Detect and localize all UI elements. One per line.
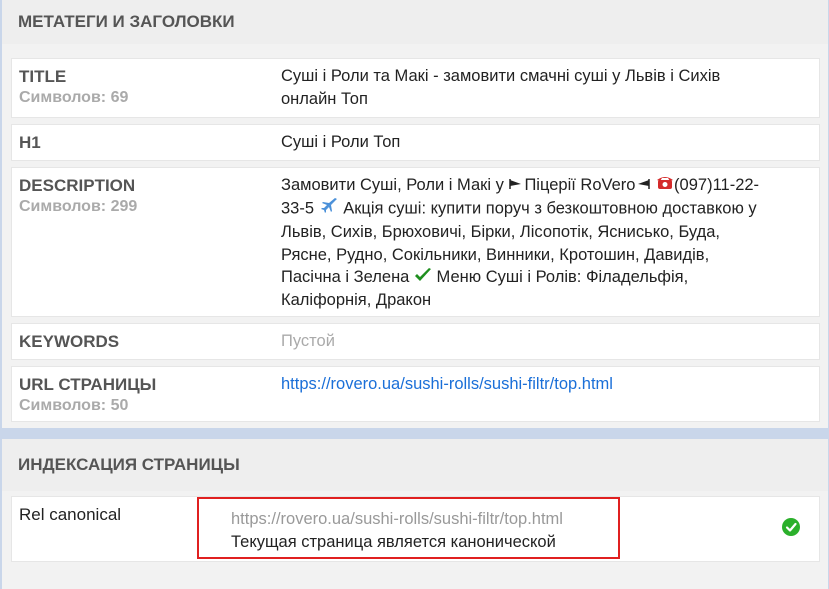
h1-row: H1 Суші і Роли Топ [11,124,820,161]
description-char-count: Символов: 299 [19,198,138,215]
keywords-value: Пустой [281,332,335,350]
meta-tags-panel: МЕТАТЕГИ И ЗАГОЛОВКИ TITLE Символов: 69 … [2,0,828,428]
airplane-icon [319,197,339,222]
description-row: DESCRIPTION Символов: 299 Замовити Суші,… [11,167,820,317]
description-value: Замовити Суші, Роли і Макі у Піцерії RoV… [281,174,761,312]
flag-right-icon [635,174,651,197]
indexing-panel: ИНДЕКСАЦИЯ СТРАНИЦЫ Rel canonical https:… [2,439,828,589]
check-circle-icon [782,518,800,536]
description-text-2: Піцерії RoVero [524,176,636,194]
title-value: Суші і Роли та Макі - замовити смачні су… [281,67,721,108]
title-label: TITLE [19,67,67,86]
description-text-1: Замовити Суші, Роли і Макі у [281,176,509,194]
flag-left-icon [508,174,524,197]
url-row: URL СТРАНИЦЫ Символов: 50 https://rovero… [11,366,820,422]
keywords-row: KEYWORDS Пустой [11,323,820,360]
indexing-header: ИНДЕКСАЦИЯ СТРАНИЦЫ [2,439,828,491]
url-char-count: Символов: 50 [19,397,129,414]
h1-label: H1 [19,133,41,152]
rel-canonical-label: Rel canonical [19,505,122,524]
title-row: TITLE Символов: 69 Суші і Роли та Макі -… [11,58,820,118]
keywords-label: KEYWORDS [19,332,120,351]
page-url-link[interactable]: https://rovero.ua/sushi-rolls/sushi-filt… [281,373,761,396]
meta-tags-header: МЕТАТЕГИ И ЗАГОЛОВКИ [2,0,828,44]
title-char-count: Символов: 69 [19,89,129,106]
telephone-icon [656,174,674,197]
canonical-status-note: Текущая страница является канонической [231,533,556,551]
canonical-highlight-box: https://rovero.ua/sushi-rolls/sushi-filt… [197,497,620,559]
rel-canonical-row: Rel canonical https://rovero.ua/sushi-ro… [11,496,820,562]
checkmark-icon [414,267,432,290]
canonical-url[interactable]: https://rovero.ua/sushi-rolls/sushi-filt… [231,510,563,529]
url-label: URL СТРАНИЦЫ [19,375,157,394]
h1-value: Суші і Роли Топ [281,133,401,151]
description-label: DESCRIPTION [19,176,136,195]
